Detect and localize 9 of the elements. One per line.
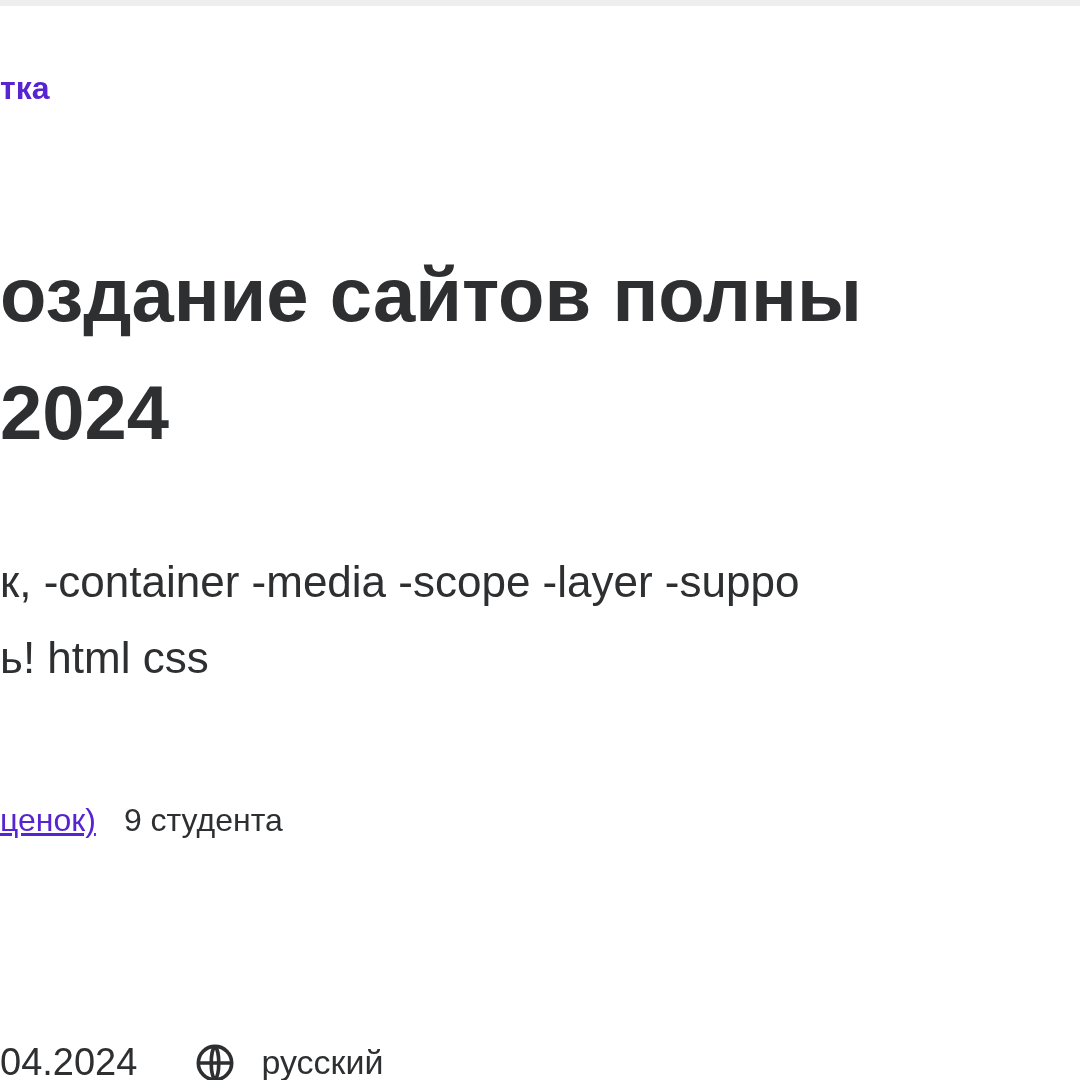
updated-date: 04.2024 [0,1040,138,1080]
globe-icon [195,1042,236,1080]
course-title: 2024 [0,369,170,457]
students-count: 9 студента [123,801,283,840]
ratings-link[interactable]: ценок) [0,796,96,844]
course-subtitle: ь! html css [0,632,209,684]
course-title: оздание сайтов полны [0,251,862,339]
breadcrumb-link[interactable]: тка [0,70,50,106]
course-subtitle: к, -container -media -scope -layer -suppo [0,556,800,608]
